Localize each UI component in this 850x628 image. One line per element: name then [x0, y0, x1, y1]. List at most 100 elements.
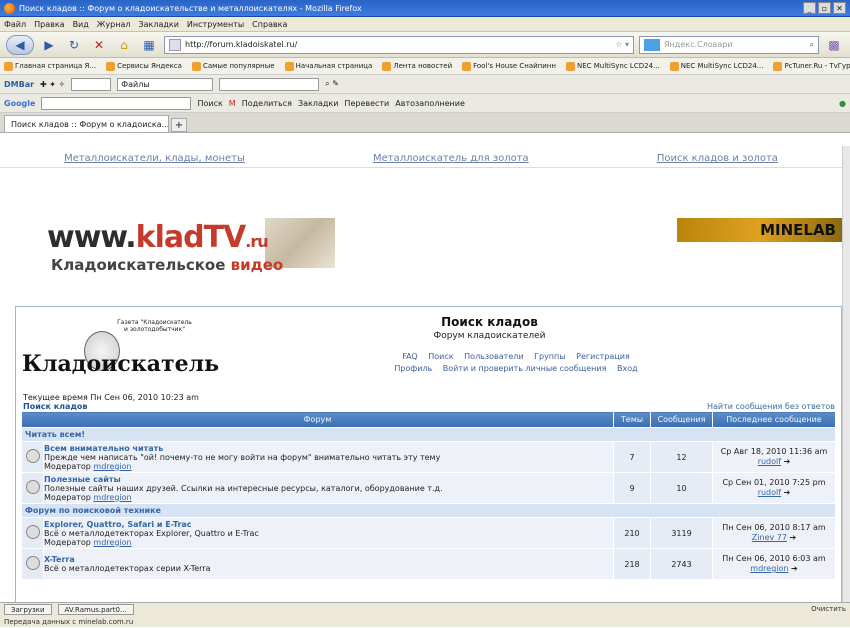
topics-count: 7: [613, 441, 651, 473]
addon-icon[interactable]: ▩: [824, 36, 844, 54]
forward-icon[interactable]: ▶: [39, 36, 59, 54]
topnav-link-search[interactable]: Поиск кладов и золота: [657, 153, 778, 164]
last-user-link[interactable]: rudolf: [758, 488, 781, 497]
forum-subtitle: Форум кладоискателей: [433, 331, 546, 341]
bookmark-item[interactable]: PcTuner.Ru - TvГуру ...: [773, 61, 850, 71]
search-placeholder: Яндекс.Словари: [664, 40, 733, 49]
login-messages-link[interactable]: Войти и проверить личные сообщения: [443, 364, 607, 373]
page-icon: [462, 61, 472, 71]
bookmark-item[interactable]: Начальная страница: [284, 61, 372, 71]
bookmark-item[interactable]: Сервисы Яндекса: [106, 61, 182, 71]
forum-desc: Всё о металлодетекторах Explorer, Quattr…: [44, 528, 259, 538]
reload-icon[interactable]: ↻: [64, 36, 84, 54]
breadcrumb[interactable]: Поиск кладов: [23, 402, 87, 411]
translate-button[interactable]: Перевести: [344, 99, 389, 108]
menu-tools[interactable]: Инструменты: [187, 20, 244, 29]
menu-bar: Файл Правка Вид Журнал Закладки Инструме…: [0, 17, 850, 32]
bookmark-item[interactable]: Fool's House Снайпинн: [462, 61, 556, 71]
download-file-button[interactable]: AV.Ramus.part0...: [57, 604, 134, 615]
last-user-link[interactable]: Zinev 77: [752, 533, 787, 542]
bookmark-item[interactable]: NEC MultiSync LCD24...: [669, 61, 763, 71]
gmail-icon[interactable]: M: [229, 99, 236, 108]
status-bar: Загрузки AV.Ramus.part0... Передача данн…: [0, 602, 850, 627]
minelab-banner[interactable]: MINELAB: [677, 171, 842, 289]
wrench-icon[interactable]: ●: [839, 99, 846, 108]
page-icon: [565, 61, 575, 71]
google-search-input[interactable]: [41, 96, 192, 110]
forum-icon: [25, 449, 40, 463]
forum-moderator: Модератор mdregion: [44, 492, 132, 502]
last-user-link[interactable]: mdregion: [750, 564, 788, 573]
last-post: Пн Сен 06, 2010 8:17 am Zinev 77 ➔: [712, 517, 836, 549]
last-user-link[interactable]: rudolf: [758, 457, 781, 466]
google-toolbar: Google Поиск M Поделиться Закладки Перев…: [0, 94, 850, 113]
tab-forum[interactable]: Поиск кладов :: Форум о кладоиска... ✕: [4, 115, 169, 132]
last-post: Пн Сен 06, 2010 6:03 am mdregion ➔: [712, 548, 836, 580]
forum-title: Поиск кладов: [441, 315, 538, 329]
header-topics: Темы: [613, 411, 651, 428]
faq-link[interactable]: FAQ: [402, 352, 418, 361]
search-icon[interactable]: ⌕: [810, 40, 814, 50]
input-box[interactable]: [71, 77, 112, 91]
register-link[interactable]: Регистрация: [576, 352, 630, 361]
forum-link[interactable]: Explorer, Quattro, Safari и E-Trac: [44, 520, 613, 529]
stop-icon[interactable]: ✕: [89, 36, 109, 54]
topnav-link-gold[interactable]: Металлоискатель для золота: [373, 153, 529, 164]
google-logo: Google: [4, 98, 36, 108]
star-icon[interactable]: ☆ ▾: [615, 40, 629, 49]
users-link[interactable]: Пользователи: [464, 352, 523, 361]
share-button[interactable]: Поделиться: [242, 99, 292, 108]
page-icon: [169, 38, 181, 51]
maximize-button[interactable]: ▫: [818, 2, 831, 14]
menu-history[interactable]: Журнал: [97, 20, 131, 29]
tool-icon[interactable]: ✚ ✦ ✧: [40, 80, 65, 89]
dmbar-toolbar: DMBar ✚ ✦ ✧ Файлы ⌕ ✎: [0, 75, 850, 94]
login-link[interactable]: Вход: [617, 364, 638, 373]
current-time: Текущее время Пн Сен 06, 2010 10:23 am: [23, 393, 199, 402]
minimize-button[interactable]: _: [803, 2, 816, 14]
bookmark-item[interactable]: NEC MultiSync LCD24...: [565, 61, 660, 71]
topics-count: 218: [613, 548, 651, 580]
logo-text: Кладоискатель: [22, 351, 220, 377]
groups-link[interactable]: Группы: [534, 352, 565, 361]
menu-file[interactable]: Файл: [4, 20, 26, 29]
table-header: Форум Темы Сообщения Последнее сообщение: [21, 411, 836, 428]
profile-link[interactable]: Профиль: [394, 364, 432, 373]
bookmark-item[interactable]: Самые популярные: [191, 61, 275, 71]
forum-link[interactable]: X-Terra: [44, 555, 613, 564]
menu-bookmarks[interactable]: Закладки: [138, 20, 178, 29]
search-box[interactable]: Яндекс.Словари ⌕: [639, 35, 819, 54]
folder-icon: [191, 61, 201, 71]
navigation-toolbar: ◀ ▶ ↻ ✕ ⌂ ▦ http://forum.kladoiskatel.ru…: [0, 32, 850, 58]
category-row[interactable]: Читать всем!: [21, 427, 836, 442]
search-engine-icon[interactable]: [644, 38, 660, 51]
autofill-button[interactable]: Автозаполнение: [395, 99, 465, 108]
vertical-scrollbar[interactable]: [842, 146, 850, 602]
no-answer-link[interactable]: Найти сообщения без ответов: [707, 402, 835, 411]
bookmark-item[interactable]: Главная страница Я...: [4, 61, 96, 71]
url-bar[interactable]: http://forum.kladoiskatel.ru/ ☆ ▾: [164, 35, 634, 54]
home-icon[interactable]: ⌂: [114, 36, 134, 54]
topnav-link-detectors[interactable]: Металлоискатели, клады, монеты: [64, 153, 245, 164]
back-icon[interactable]: ◀: [6, 34, 34, 55]
dmbar-search-input[interactable]: [219, 77, 320, 91]
bookmark-item[interactable]: Лента новостей: [382, 61, 452, 71]
kladtv-banner[interactable]: www.kladTV.ru Кладоискательское видео: [15, 200, 337, 312]
menu-edit[interactable]: Правка: [34, 20, 64, 29]
category-row[interactable]: Форум по поисковой технике: [21, 503, 836, 518]
grid-icon[interactable]: ▦: [139, 36, 159, 54]
close-button[interactable]: ✕: [833, 2, 846, 14]
google-search-button[interactable]: Поиск: [197, 99, 222, 108]
menu-help[interactable]: Справка: [252, 20, 287, 29]
forum-link[interactable]: Полезные сайты: [44, 475, 613, 484]
files-select[interactable]: Файлы: [117, 77, 214, 91]
downloads-button[interactable]: Загрузки: [4, 604, 52, 615]
forum-link[interactable]: Всем внимательно читать: [44, 444, 613, 453]
menu-view[interactable]: Вид: [73, 20, 89, 29]
clear-button[interactable]: Очистить: [811, 605, 846, 613]
new-tab-button[interactable]: +: [171, 118, 187, 132]
last-post: Ср Авг 18, 2010 11:36 am rudolf ➔: [712, 441, 836, 473]
search-link[interactable]: Поиск: [428, 352, 453, 361]
dmbar-search-icon[interactable]: ⌕ ✎: [325, 79, 339, 89]
bookmarks-button[interactable]: Закладки: [298, 99, 338, 108]
